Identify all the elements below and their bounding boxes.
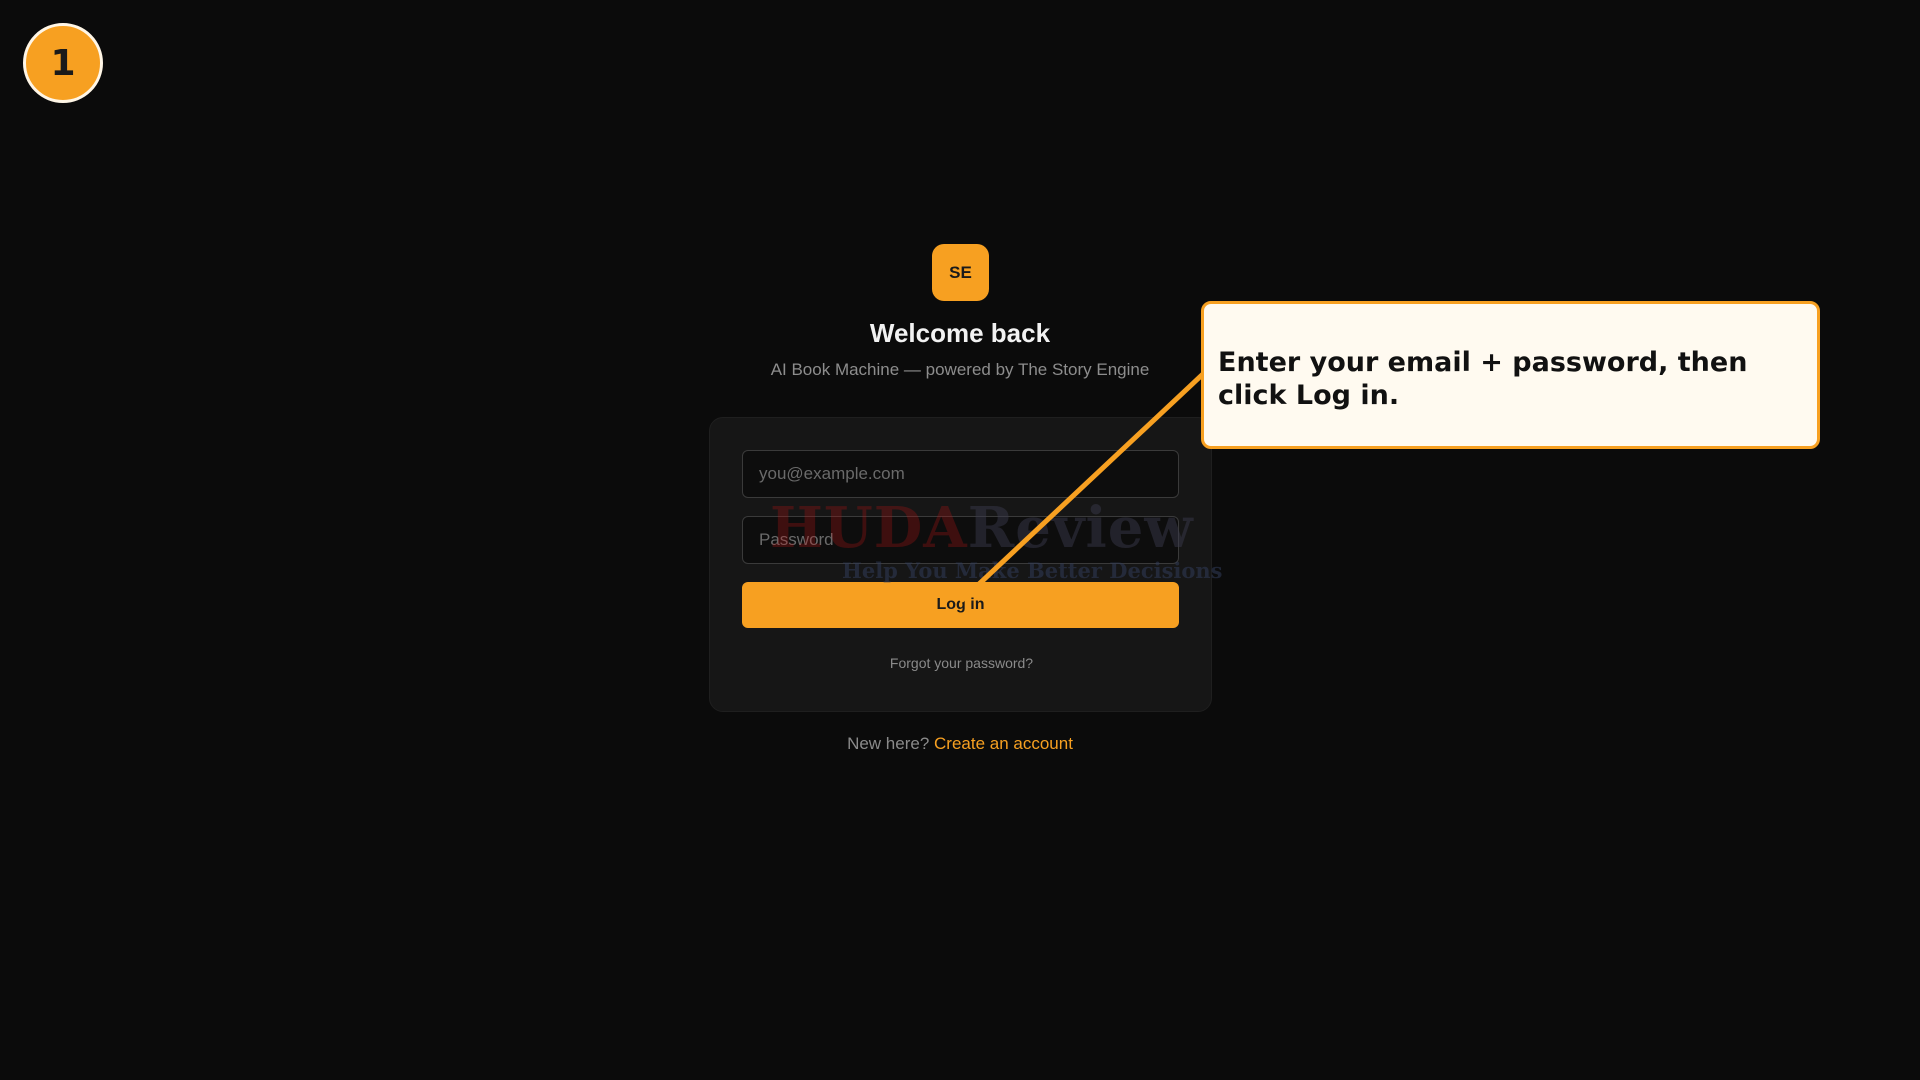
- step-number-badge: 1: [23, 23, 103, 103]
- screen: 1 SE Welcome back AI Book Machine — powe…: [0, 0, 1920, 1080]
- app-logo: SE: [932, 244, 989, 301]
- email-field[interactable]: [742, 450, 1179, 498]
- signup-prompt: New here?: [847, 734, 930, 753]
- signup-row: New here? Create an account: [0, 734, 1920, 754]
- login-card: Log in Forgot your password?: [709, 417, 1212, 712]
- callout-box: Enter your email + password, then click …: [1201, 301, 1820, 449]
- create-account-link[interactable]: Create an account: [934, 734, 1073, 753]
- password-field[interactable]: [742, 516, 1179, 564]
- forgot-password-link[interactable]: Forgot your password?: [710, 655, 1213, 671]
- login-button[interactable]: Log in: [742, 582, 1179, 628]
